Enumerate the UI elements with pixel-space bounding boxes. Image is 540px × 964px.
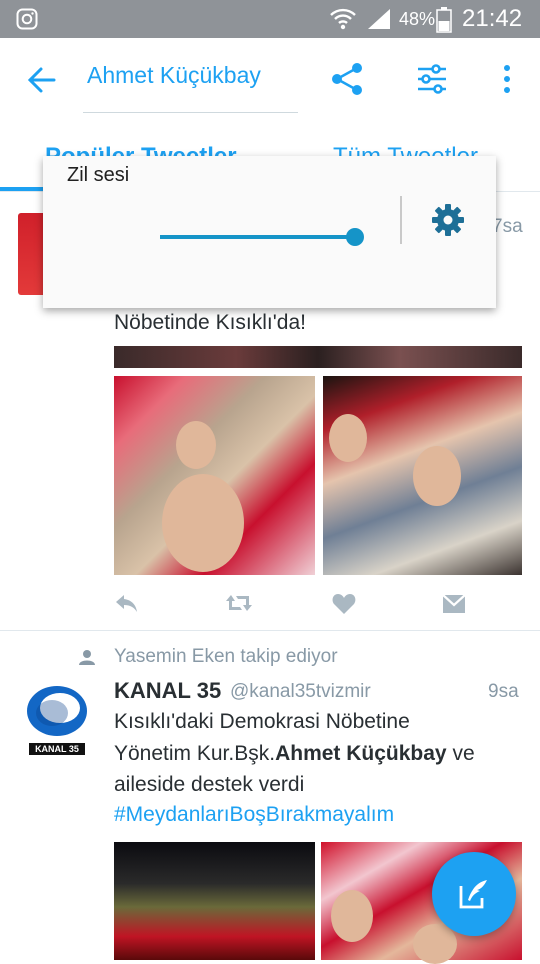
- photo-person: [413, 446, 461, 506]
- clock: 21:42: [462, 5, 523, 32]
- share-icon[interactable]: [327, 59, 367, 99]
- gear-icon[interactable]: [431, 203, 465, 237]
- title-underline: [83, 112, 298, 113]
- tweet1-text: Nöbetinde Kısıklı'da!: [114, 311, 306, 334]
- tweet2-photo-1[interactable]: [114, 842, 315, 960]
- compose-icon: [459, 880, 487, 909]
- retweet-icon[interactable]: [224, 590, 254, 616]
- kanal35-avatar[interactable]: KANAL 35: [24, 683, 90, 757]
- signal-icon: [368, 9, 390, 29]
- volume-slider-thumb[interactable]: [346, 228, 364, 246]
- filter-icon[interactable]: [412, 59, 452, 99]
- page-title[interactable]: Ahmet Küçükbay: [87, 62, 261, 89]
- instagram-icon: [16, 8, 38, 30]
- tweet2-bold-mention: Ahmet Küçükbay: [275, 742, 447, 765]
- status-bar: 48% 21:42: [0, 0, 540, 38]
- tweet2-author-handle[interactable]: @kanal35tvizmir: [230, 681, 371, 703]
- tweet2-text-line: Yönetim Kur.Bşk.Ahmet Küçükbay ve: [114, 742, 475, 766]
- photo-person: [329, 414, 367, 462]
- more-vert-icon[interactable]: [487, 59, 527, 99]
- person-icon: [79, 650, 95, 665]
- tweet1-photo-2[interactable]: [323, 376, 522, 575]
- tweet2-hashtag[interactable]: #MeydanlarıBoşBırakmayalım: [114, 803, 394, 827]
- compose-tweet-button[interactable]: [432, 852, 516, 936]
- wifi-icon: [330, 8, 356, 30]
- kanal35-logo: [27, 686, 87, 736]
- photo-person: [413, 924, 457, 964]
- tweet1-photo-1[interactable]: [114, 376, 315, 575]
- volume-divider: [400, 196, 402, 244]
- like-icon[interactable]: [331, 591, 357, 617]
- photo-person: [162, 474, 244, 572]
- kanal35-logo-text: KANAL 35: [29, 743, 85, 755]
- battery-icon: [436, 7, 452, 33]
- tweet2-text-line: aileside destek verdi: [114, 773, 305, 796]
- volume-popup: Zil sesi: [43, 156, 496, 308]
- tweet2-author-name[interactable]: KANAL 35: [114, 678, 221, 704]
- back-arrow-icon[interactable]: [26, 60, 58, 100]
- photo-person: [176, 421, 216, 469]
- tweet2-timestamp: 9sa: [488, 681, 519, 702]
- dm-icon[interactable]: [441, 591, 467, 617]
- tweet1-photo-strip[interactable]: [114, 346, 522, 368]
- tweet-separator: [0, 630, 540, 631]
- tweet2-text-line: Kısıklı'daki Demokrasi Nöbetine: [114, 710, 410, 733]
- tweet1-timestamp: 7sa: [492, 216, 523, 237]
- follow-context[interactable]: Yasemin Eken takip ediyor: [114, 646, 338, 668]
- reply-icon[interactable]: [113, 590, 139, 616]
- volume-slider-track[interactable]: [160, 235, 355, 239]
- tweet2-text-segment: ve: [446, 742, 475, 765]
- photo-person: [331, 890, 373, 942]
- tweet1-avatar[interactable]: [18, 213, 44, 295]
- battery-percent: 48%: [399, 9, 436, 29]
- tweet2-text-segment: Yönetim Kur.Bşk.: [114, 742, 276, 765]
- volume-label: Zil sesi: [67, 164, 130, 186]
